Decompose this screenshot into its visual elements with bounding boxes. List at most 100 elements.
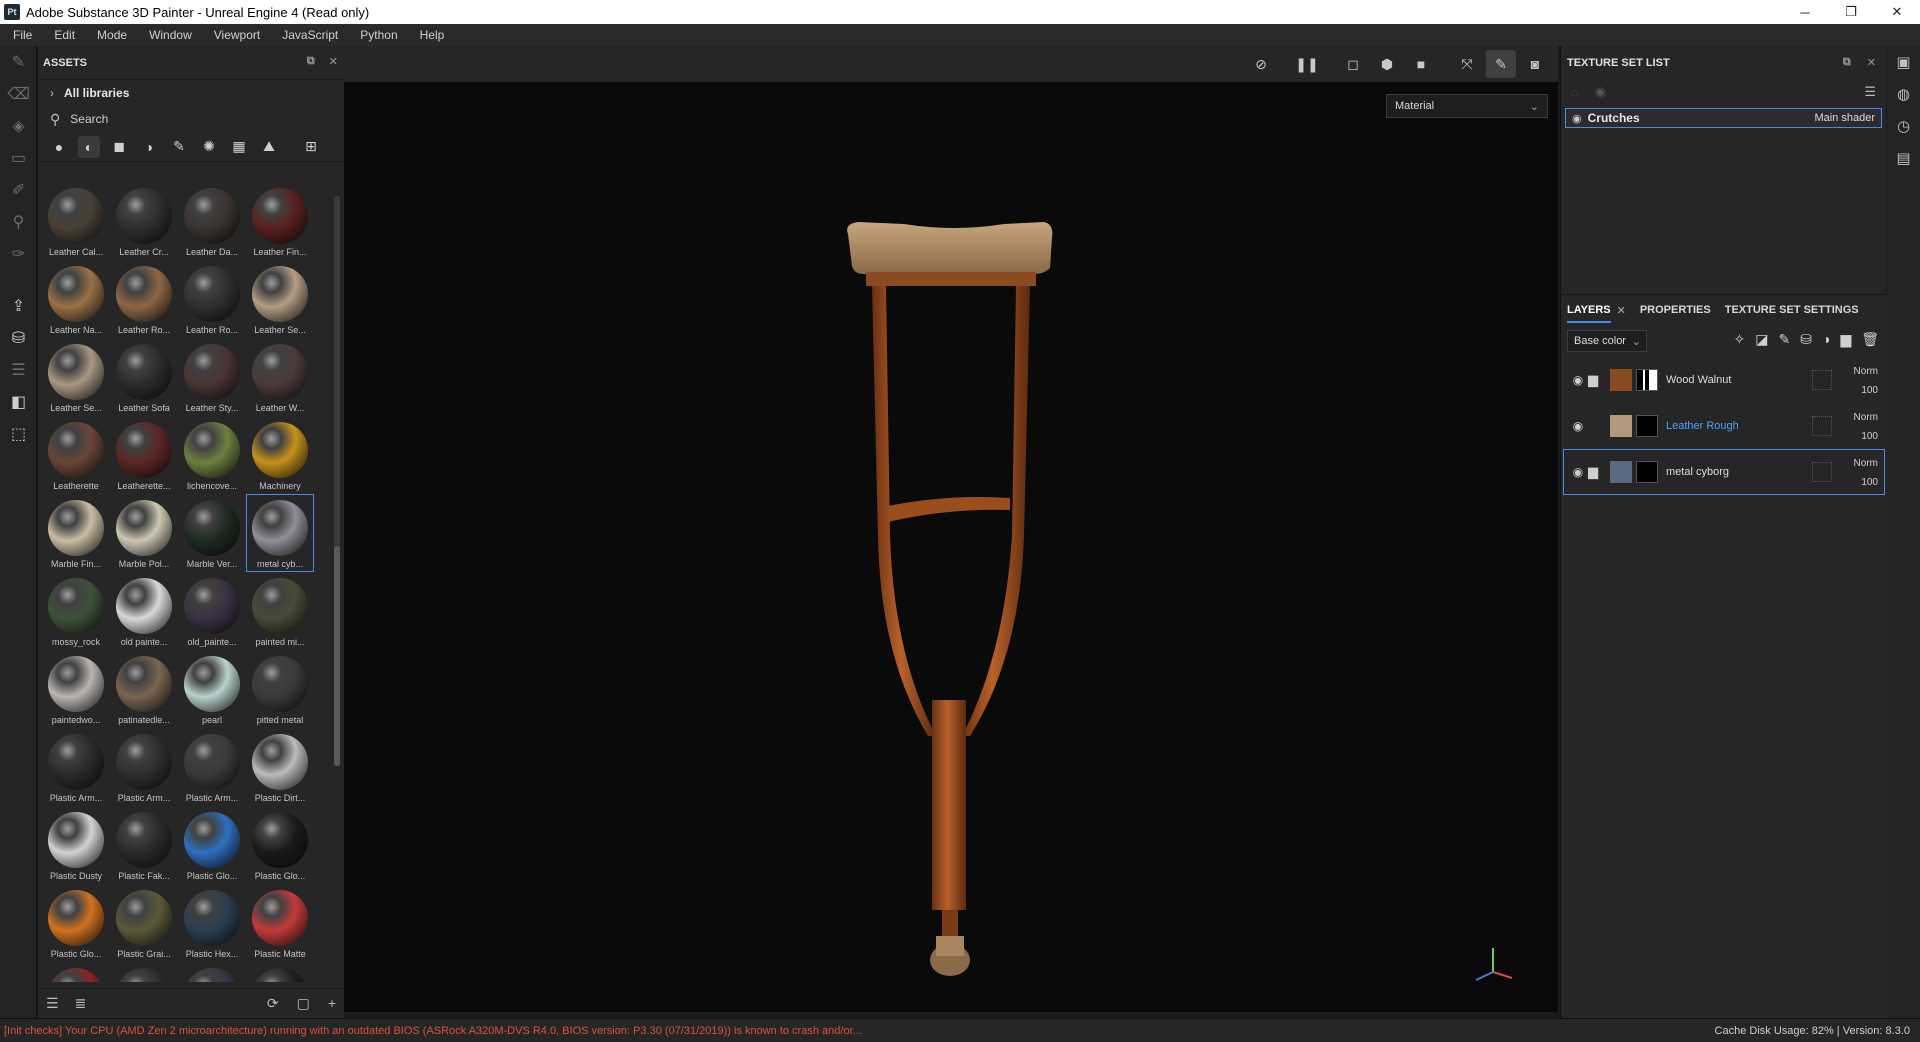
menu-help[interactable]: Help — [413, 28, 452, 42]
clone-stamp-icon[interactable]: ⚲ — [0, 206, 37, 238]
material-item[interactable]: Plastic Grai... — [110, 884, 178, 962]
material-item[interactable]: Plastic Arm... — [42, 728, 110, 806]
material-item[interactable]: Plastic Dusty — [42, 806, 110, 884]
layer-settings-box[interactable] — [1812, 416, 1832, 436]
tab-properties[interactable]: PROPERTIES — [1640, 304, 1711, 316]
material-item[interactable] — [178, 962, 246, 982]
filter-generators-icon[interactable]: ◑ — [138, 136, 160, 158]
layer-mask-thumbnail[interactable] — [1636, 461, 1658, 483]
material-item[interactable]: Leather Se... — [42, 338, 110, 416]
material-item[interactable]: Plastic Glo... — [246, 806, 314, 884]
layer-name[interactable]: Leather Rough — [1666, 420, 1739, 432]
opacity-value[interactable]: 100 — [1854, 427, 1878, 446]
material-item[interactable]: Marble Pol... — [110, 494, 178, 572]
add-mask-icon[interactable]: ◪ — [1755, 331, 1768, 348]
list-options-icon[interactable]: ≣ — [75, 995, 87, 1012]
material-item[interactable]: Leather Na... — [42, 260, 110, 338]
layer-name[interactable]: metal cyborg — [1666, 466, 1729, 478]
picker-icon[interactable]: ✑ — [0, 238, 37, 270]
assets-scrollbar[interactable] — [334, 196, 340, 766]
hide-icon[interactable]: ◌ — [1571, 85, 1579, 100]
layer-name[interactable]: Wood Walnut — [1666, 374, 1731, 386]
material-item[interactable]: pitted metal — [246, 650, 314, 728]
material-item[interactable]: Plastic Hex... — [178, 884, 246, 962]
history-icon[interactable]: ◷ — [1887, 110, 1920, 142]
smudge-icon[interactable]: ✐ — [0, 174, 37, 206]
material-item[interactable]: Plastic Matte — [246, 884, 314, 962]
library-selector[interactable]: › All libraries — [38, 80, 344, 106]
display-icon[interactable]: ▣ — [1887, 46, 1920, 78]
menu-window[interactable]: Window — [142, 28, 199, 42]
material-item[interactable]: Leather Ro... — [110, 260, 178, 338]
layer-row[interactable]: ◉ ▆ Wood Walnut Norm 100 — [1563, 357, 1885, 403]
visibility-eye-icon[interactable]: ◉ — [1568, 373, 1588, 387]
view-3d-icon[interactable]: ⬢ — [1372, 50, 1402, 78]
add-fill-layer-icon[interactable]: ⛁ — [1800, 331, 1812, 348]
menu-javascript[interactable]: JavaScript — [275, 28, 345, 42]
material-item[interactable]: pearl — [178, 650, 246, 728]
grid-view-icon[interactable]: ⊞ — [300, 136, 322, 158]
eraser-icon[interactable]: ⌫ — [0, 78, 37, 110]
close-panel-icon[interactable]: ✕ — [1867, 56, 1876, 69]
material-item[interactable]: metal cyb... — [246, 494, 314, 572]
texture-set-shader[interactable]: Main shader — [1814, 112, 1875, 124]
filter-textures-icon[interactable]: ▦ — [228, 136, 250, 158]
layer-blend[interactable]: Norm 100 — [1854, 362, 1878, 400]
filter-brushes-icon[interactable]: ✎ — [168, 136, 190, 158]
add-paint-layer-icon[interactable]: ✎ — [1779, 331, 1791, 348]
eye-icon[interactable]: ◉ — [1595, 84, 1606, 100]
material-item[interactable]: Leather Fin... — [246, 182, 314, 260]
material-item[interactable]: Leather Cr... — [110, 182, 178, 260]
layer-mask-thumbnail[interactable] — [1636, 415, 1658, 437]
layer-settings-box[interactable] — [1812, 370, 1832, 390]
material-item[interactable]: Marble Ver... — [178, 494, 246, 572]
material-item[interactable] — [110, 962, 178, 982]
material-item[interactable]: painted mi... — [246, 572, 314, 650]
paint-brush-icon[interactable]: ✎ — [0, 46, 37, 78]
material-item[interactable]: patinatedle... — [110, 650, 178, 728]
display-settings-icon[interactable]: ☰ — [0, 354, 37, 386]
status-error-message[interactable]: [Init checks] Your CPU (AMD Zen 2 microa… — [4, 1025, 862, 1037]
filter-environments-icon[interactable]: ⛰ — [258, 136, 280, 158]
display-mode-select[interactable]: Material ⌄ — [1386, 94, 1548, 118]
material-item[interactable]: Leather W... — [246, 338, 314, 416]
layer-blend[interactable]: Norm 100 — [1854, 454, 1878, 492]
library-icon[interactable]: ⬚ — [0, 418, 37, 450]
material-item[interactable]: Machinery — [246, 416, 314, 494]
texture-set-item[interactable]: ◉ Crutches Main shader — [1565, 108, 1882, 128]
layer-row[interactable]: ◉ ▆ metal cyborg Norm 100 — [1563, 449, 1885, 495]
material-item[interactable]: Plastic Fak... — [110, 806, 178, 884]
material-item[interactable]: Plastic Arm... — [110, 728, 178, 806]
layer-blend[interactable]: Norm 100 — [1854, 408, 1878, 446]
add-effect-icon[interactable]: ✧ — [1734, 331, 1746, 348]
material-item[interactable] — [42, 962, 110, 982]
layer-row[interactable]: ◉ Leather Rough Norm 100 — [1563, 403, 1885, 449]
geometry-mask-icon[interactable]: ▭ — [0, 142, 37, 174]
pause-icon[interactable]: ❚❚ — [1292, 50, 1322, 78]
visibility-eye-icon[interactable]: ◉ — [1572, 112, 1582, 125]
material-item[interactable]: Leatherette... — [110, 416, 178, 494]
close-panel-icon[interactable]: ✕ — [329, 55, 338, 68]
filter-alphas-icon[interactable]: ✺ — [198, 136, 220, 158]
material-item[interactable]: Leather Sofa — [110, 338, 178, 416]
symmetry-icon[interactable]: ⤧ — [1452, 50, 1482, 78]
visibility-eye-icon[interactable]: ◉ — [1568, 465, 1588, 479]
opacity-value[interactable]: 100 — [1854, 381, 1878, 400]
bake-icon[interactable]: ⛁ — [0, 322, 37, 354]
material-item[interactable]: lichencove... — [178, 416, 246, 494]
layer-settings-box[interactable] — [1812, 462, 1832, 482]
material-item[interactable]: Leatherette — [42, 416, 110, 494]
screenshot-icon[interactable]: ◙ — [1520, 50, 1550, 78]
material-item[interactable] — [246, 962, 314, 982]
paint-mode-icon[interactable]: ✎ — [1486, 50, 1516, 78]
close-tab-icon[interactable]: ✕ — [1617, 304, 1626, 317]
menu-python[interactable]: Python — [353, 28, 404, 42]
filter-masks-icon[interactable]: ◼ — [108, 136, 130, 158]
float-panel-icon[interactable]: ⧉ — [1843, 56, 1851, 69]
channel-select[interactable]: Base color ⌄ — [1567, 330, 1647, 352]
shader-icon[interactable]: ◍ — [1887, 78, 1920, 110]
shader-settings-icon[interactable]: ◧ — [0, 386, 37, 418]
material-item[interactable]: Plastic Dirt... — [246, 728, 314, 806]
hide-ui-icon[interactable]: ⊘ — [1246, 50, 1276, 78]
delete-layer-icon[interactable]: 🗑 — [1861, 331, 1879, 348]
